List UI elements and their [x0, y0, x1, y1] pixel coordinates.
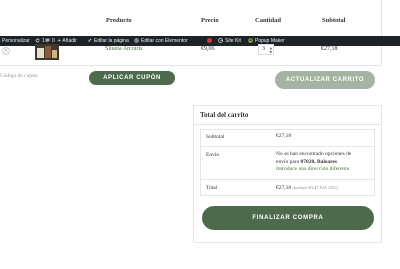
shipping-message-2: envío para — [276, 158, 300, 165]
admin-site-kit[interactable]: Site Kit — [218, 36, 241, 46]
change-address-link[interactable]: Introduce una dirección diferente — [276, 166, 372, 174]
spinner-arrows-icon[interactable]: ▲ ▼ — [270, 46, 272, 54]
divider — [200, 146, 375, 147]
total-value: €27,18 — [276, 185, 292, 191]
header-price: Precio — [201, 17, 219, 24]
comment-icon — [45, 38, 50, 43]
update-cart-button[interactable]: ACTUALIZAR CARRITO — [275, 71, 375, 89]
wp-admin-bar: Personalizar 1 0 + Añadir Editar la pági… — [0, 36, 400, 46]
admin-add-new[interactable]: + Añadir — [57, 36, 77, 46]
cart-item-row: × Silueta Arcoíris €9,06 3 ▲ ▼ €27,18 — [0, 44, 382, 66]
checkout-button[interactable]: FINALIZAR COMPRA — [202, 206, 374, 230]
update-icon — [35, 38, 40, 43]
shipping-message: No se han encontrado opciones de — [276, 151, 352, 157]
admin-edit-page[interactable]: Editar la página — [87, 36, 129, 46]
elementor-icon — [134, 38, 139, 43]
remove-item-button[interactable]: × — [2, 47, 10, 55]
divider — [200, 179, 375, 180]
shipping-label: Envío — [206, 152, 220, 158]
total-value-wrap: €27,18 (incluye €3,47 IVA 15%) — [276, 184, 338, 193]
tax-note: (incluye €3,47 IVA 15%) — [292, 185, 338, 190]
product-price: €9,06 — [201, 46, 215, 52]
admin-customize[interactable]: Personalizar — [2, 36, 30, 46]
product-name-link[interactable]: Silueta Arcoíris — [105, 46, 143, 52]
admin-edit-elementor[interactable]: Editar con Elementor — [134, 36, 188, 46]
cart-table-header: Producto Precio Cantidad Subtotal — [0, 0, 400, 36]
shipping-info: No se han encontrado opciones de envío p… — [276, 151, 372, 174]
admin-status[interactable] — [207, 36, 212, 46]
pencil-icon — [88, 38, 92, 42]
quantity-stepper[interactable]: 3 ▲ ▼ — [258, 44, 274, 55]
divider — [194, 124, 381, 125]
header-quantity: Cantidad — [255, 17, 282, 24]
cart-totals-panel: Total del carrito Subtotal €27,18 Envío … — [193, 105, 382, 243]
total-label: Total — [206, 185, 218, 191]
product-thumbnail[interactable] — [35, 44, 59, 60]
subtotal-label: Subtotal — [206, 134, 225, 140]
product-subtotal: €27,18 — [321, 46, 338, 52]
google-icon — [218, 38, 223, 43]
cart-totals-title: Total del carrito — [200, 111, 249, 119]
coupon-input[interactable]: Código de cupón — [0, 73, 38, 79]
popup-maker-icon — [248, 38, 253, 43]
quantity-value: 3 — [262, 46, 265, 52]
header-subtotal: Subtotal — [322, 17, 346, 24]
shipping-location: 07020, Baleares — [300, 158, 337, 165]
status-dot-icon — [207, 37, 212, 43]
apply-coupon-button[interactable]: APLICAR CUPÓN — [89, 71, 175, 85]
header-product: Producto — [106, 17, 132, 24]
subtotal-value: €27,18 — [276, 133, 292, 139]
